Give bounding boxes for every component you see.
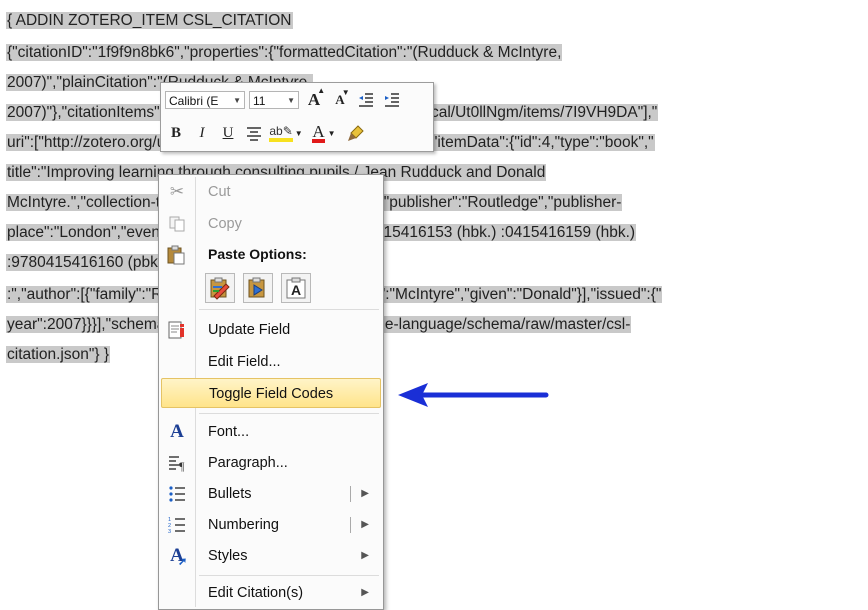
chevron-right-icon[interactable]: ▶ — [361, 541, 369, 571]
menu-item-label: Edit Field... — [208, 354, 281, 370]
menu-item-copy[interactable]: Copy — [161, 209, 381, 239]
shrink-font-button[interactable]: A ▼ — [329, 88, 351, 111]
svg-text:3: 3 — [168, 529, 171, 534]
pointer-arrow-icon — [398, 383, 549, 407]
mini-toolbar-row-top: Calibri (E ▼ 11 ▼ A ▲ A ▼ — [165, 86, 403, 112]
menu-item-label: Toggle Field Codes — [209, 386, 334, 402]
italic-icon: I — [199, 124, 205, 141]
chevron-down-icon[interactable]: ▼ — [287, 92, 295, 110]
split-divider — [350, 486, 351, 502]
chevron-right-icon[interactable]: ▶ — [361, 479, 369, 509]
document-body[interactable]: { ADDIN ZOTERO_ITEM CSL_CITATION {"citat… — [0, 0, 868, 608]
field-code-line[interactable]: citation.json"} } — [6, 343, 111, 367]
context-menu: ✂ Cut Copy Paste Options: A Update Field… — [158, 174, 384, 610]
chevron-down-icon[interactable]: ▼ — [328, 129, 336, 138]
menu-item-cut[interactable]: ✂ Cut — [161, 177, 381, 207]
field-code-text: {"citationID":"1f9f9n8bk6","properties":… — [6, 44, 563, 61]
clipboard-icon — [166, 245, 188, 267]
format-painter-icon — [348, 125, 364, 141]
bold-button[interactable]: B — [165, 122, 187, 144]
chevron-down-icon[interactable]: ▼ — [233, 92, 241, 110]
italic-button[interactable]: I — [191, 122, 213, 144]
menu-item-styles[interactable]: A ➚ Styles ▶ — [161, 541, 381, 571]
menu-item-edit-field[interactable]: Edit Field... — [161, 347, 381, 377]
menu-separator — [199, 575, 379, 576]
mini-toolbar-row-bottom: B I U ab✎ ▼ A ▼ — [165, 121, 367, 145]
chevron-right-icon[interactable]: ▶ — [361, 510, 369, 540]
menu-item-paragraph[interactable]: ¶ Paragraph... — [161, 448, 381, 478]
grow-font-button[interactable]: A ▲ — [303, 86, 326, 111]
menu-item-label: Font... — [208, 424, 250, 440]
menu-item-update-field[interactable]: Update Field — [161, 315, 381, 345]
menu-item-label: Numbering — [208, 517, 279, 533]
menu-item-label: Update Field — [208, 322, 291, 338]
increase-indent-icon — [385, 93, 399, 107]
paste-text-only-icon: A — [286, 277, 306, 299]
paste-keep-formatting-icon — [210, 277, 230, 300]
menu-item-toggle-field-codes[interactable]: Toggle Field Codes — [161, 378, 381, 408]
menu-item-label: Cut — [208, 184, 231, 200]
underline-icon: U — [222, 124, 234, 141]
paste-merge-formatting-button[interactable] — [243, 273, 273, 303]
numbering-icon: 123 — [166, 514, 188, 536]
shrink-font-icon: A ▼ — [335, 88, 350, 107]
menu-item-edit-citation[interactable]: Edit Citation(s) ▶ — [161, 578, 381, 608]
bold-icon: B — [170, 124, 181, 141]
menu-item-numbering[interactable]: 123 Numbering ▶ — [161, 510, 381, 540]
menu-item-label: Copy — [208, 216, 242, 232]
highlight-button[interactable]: ab✎ ▼ — [269, 122, 303, 144]
menu-item-font[interactable]: A Font... — [161, 417, 381, 447]
paste-text-only-button[interactable]: A — [281, 273, 311, 303]
menu-item-label: Paragraph... — [208, 455, 288, 471]
increase-indent-button[interactable] — [381, 89, 403, 111]
mini-toolbar: Calibri (E ▼ 11 ▼ A ▲ A ▼ B I U ab✎ ▼ A … — [160, 82, 434, 152]
font-color-icon: A — [312, 121, 325, 143]
font-name-box[interactable]: Calibri (E ▼ — [165, 91, 245, 109]
menu-separator — [199, 413, 379, 414]
scissors-icon: ✂ — [169, 182, 185, 201]
field-code-line[interactable]: :9780415416160 (pbk.) — [6, 251, 169, 275]
svg-text:¶: ¶ — [179, 459, 185, 472]
field-code-line[interactable]: {"citationID":"1f9f9n8bk6","properties":… — [6, 41, 563, 65]
field-code-line[interactable]: { ADDIN ZOTERO_ITEM CSL_CITATION — [6, 9, 293, 33]
paragraph-icon: ¶ — [166, 452, 188, 474]
split-divider — [350, 517, 351, 533]
font-size-box[interactable]: 11 ▼ — [249, 91, 299, 109]
font-color-button[interactable]: A ▼ — [307, 122, 341, 144]
paste-options-header: Paste Options: — [208, 246, 307, 262]
svg-text:A: A — [291, 282, 301, 298]
font-name-value: Calibri (E — [169, 94, 219, 108]
underline-button[interactable]: U — [217, 122, 239, 144]
highlight-letter: ab — [269, 123, 283, 138]
paste-merge-formatting-icon — [248, 277, 265, 298]
font-icon: A — [170, 421, 184, 442]
field-code-text: :9780415416160 (pbk.) — [6, 254, 169, 271]
decrease-indent-icon — [359, 93, 373, 107]
highlight-icon: ab✎ — [269, 123, 293, 142]
field-code-text: { ADDIN ZOTERO_ITEM CSL_CITATION — [6, 12, 293, 29]
grow-font-icon: A ▲ — [307, 86, 326, 109]
update-field-icon — [166, 319, 188, 341]
center-align-button[interactable] — [243, 122, 265, 144]
format-painter-button[interactable] — [345, 122, 367, 144]
menu-item-bullets[interactable]: Bullets ▶ — [161, 479, 381, 509]
menu-separator — [199, 309, 379, 310]
bullets-icon — [166, 483, 188, 505]
field-code-text: citation.json"} } — [6, 346, 111, 363]
paste-keep-source-button[interactable] — [205, 273, 235, 303]
chevron-right-icon[interactable]: ▶ — [361, 578, 369, 608]
menu-item-label: Styles — [208, 548, 248, 564]
decrease-indent-button[interactable] — [355, 89, 377, 111]
menu-item-label: Bullets — [208, 486, 252, 502]
chevron-down-icon[interactable]: ▼ — [295, 129, 303, 138]
center-align-icon — [247, 127, 261, 141]
menu-item-label: Edit Citation(s) — [208, 585, 304, 601]
styles-icon: A ➚ — [170, 545, 188, 568]
copy-icon — [166, 213, 188, 235]
font-color-letter: A — [312, 121, 325, 141]
font-size-value: 11 — [253, 94, 266, 108]
